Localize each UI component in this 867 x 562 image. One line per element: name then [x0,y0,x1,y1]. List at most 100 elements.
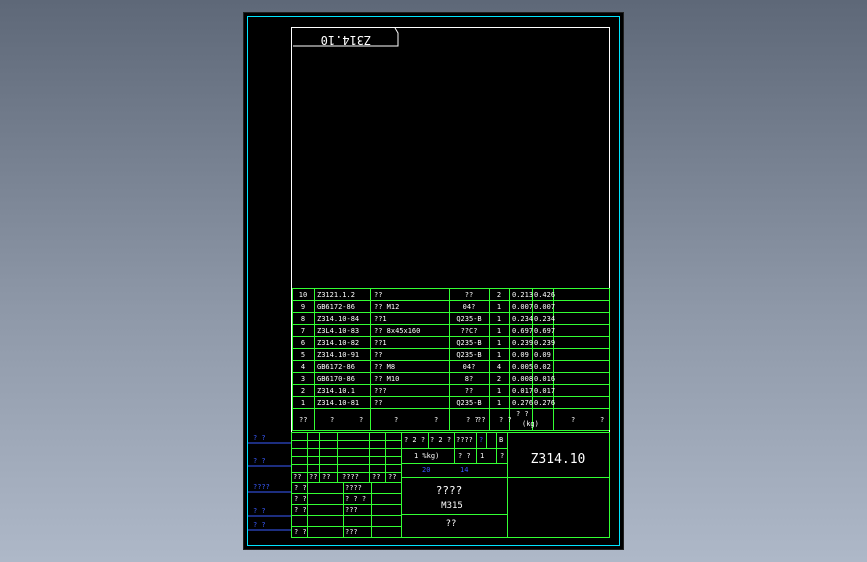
tb-cell-1: ? 2 ? [404,436,425,444]
person-role-2: ? ? [294,495,307,503]
bom-no: 7 [301,327,305,335]
person-role-1: ? ? [294,484,307,492]
bom-code: GB6172-86 [317,363,355,371]
bom-total: 0.426 [534,291,555,299]
bom-unit: 0.005 [512,363,533,371]
sign-label-3: ?? [322,473,330,481]
tb-cell-2: ? 2 ? [430,436,451,444]
sign-label-5: ?? [372,473,380,481]
bom-name: ?? [374,399,382,407]
bom-qty: 2 [497,291,501,299]
drawing-bottom: ?? [446,519,457,529]
bom-code: Z314.10.1 [317,387,355,395]
bom-name: ?? M10 [374,375,399,383]
person-role-4: ? ? [294,528,307,536]
bom-header-cell: ?? [299,416,307,424]
person-sign-1: ???? [345,484,362,492]
left-strip-label: ? ? [253,457,266,465]
bom-unit: 0.008 [512,375,533,383]
bom-qty: 1 [497,339,501,347]
bom-qty: 1 [497,303,501,311]
bom-header-cell: ? [330,416,334,424]
bom-qty: 4 [497,363,501,371]
bom-no: 3 [301,375,305,383]
bom-qty: 2 [497,375,501,383]
bom-total: 0.09 [534,351,551,359]
bom-material: 04? [463,363,476,371]
bom-code: GB6172-86 [317,303,355,311]
bom-material: ?? [465,387,473,395]
bom-code: GB6170-86 [317,375,355,383]
bom-code: Z314.10-84 [317,315,359,323]
bom-total: 0.02 [534,363,551,371]
bom-name: ?? [374,291,382,299]
person-sign-2: ? ? ? [345,495,366,503]
bom-name: ??1 [374,315,387,323]
bom-material: 04? [463,303,476,311]
person-role-3: ? ? [294,506,307,514]
left-strip-label: ???? [253,483,270,491]
tb-cell-11: 14 [460,466,468,474]
bom-code: Z314.10-91 [317,351,359,359]
bom-unit: 0.697 [512,327,533,335]
cad-viewport[interactable]: Z314.10 ? 2 ? ? 2 ? ???? ? B 1 %kg) ? ? … [244,13,623,549]
person-sign-3: ??? [345,506,358,514]
bom-header-cell: ?? [477,416,485,424]
tb-cell-3: ???? [456,436,473,444]
sign-label-4: ???? [342,473,359,481]
flipped-label: Z314.10 [321,33,372,47]
bom-material: 8? [465,375,473,383]
bom-code: Z314.10-81 [317,399,359,407]
bom-header-cell: ? [359,416,363,424]
bom-header-cell: ? ? [516,410,529,418]
bom-no: 8 [301,315,305,323]
left-strip-label: ? ? [253,521,266,529]
bom-material: Q235-B [456,315,481,323]
bom-material: Q235-B [456,351,481,359]
bom-header-cell: ? [434,416,438,424]
tb-cell-5: B [499,436,503,444]
bom-no: 6 [301,339,305,347]
bom-name: ??1 [374,339,387,347]
bom-header-cell: ? [600,416,604,424]
bom-no: 1 [301,399,305,407]
bom-no: 10 [299,291,307,299]
left-strip-label: ? ? [253,434,266,442]
sign-label-1: ?? [293,473,301,481]
bom-no: 9 [301,303,305,311]
left-strip-label: ? ? [253,507,266,515]
tb-cell-4: ? [479,436,483,444]
bom-qty: 1 [497,399,501,407]
tb-cell-10: 20 [422,466,430,474]
drawing-code: Z314.10 [531,452,586,467]
bom-header-cell: ? [571,416,575,424]
bom-no: 4 [301,363,305,371]
bom-code: Z314.10-82 [317,339,359,347]
tb-cell-6: 1 %kg) [414,452,439,460]
bom-unit: 0.017 [512,387,533,395]
bom-name: ?? 8x45x160 [374,327,420,335]
bom-name: ??? [374,387,387,395]
bom-total: 0.007 [534,303,555,311]
bom-qty: 1 [497,387,501,395]
bom-header-cell: (kg) [522,420,539,428]
drawing-name-1: ???? [436,484,463,497]
sign-label-2: ?? [309,473,317,481]
bom-qty: 1 [497,315,501,323]
bom-unit: 0.007 [512,303,533,311]
tb-cell-9: ? [500,452,504,460]
bom-name: ?? M12 [374,303,399,311]
bom-material: ??C? [461,327,478,335]
bom-unit: 0.09 [512,351,529,359]
bom-no: 5 [301,351,305,359]
bom-total: 0.234 [534,315,555,323]
bom-unit: 0.239 [512,339,533,347]
bom-material: Q235-B [456,339,481,347]
bom-qty: 1 [497,327,501,335]
bom-total: 0.017 [534,387,555,395]
bom-unit: 0.213 [512,291,533,299]
cad-drawing: Z314.10 ? 2 ? ? 2 ? ???? ? B 1 %kg) ? ? … [247,16,620,546]
bom-total: 0.239 [534,339,555,347]
bom-name: ?? [374,351,382,359]
bom-code: Z3L4.10-83 [317,327,359,335]
